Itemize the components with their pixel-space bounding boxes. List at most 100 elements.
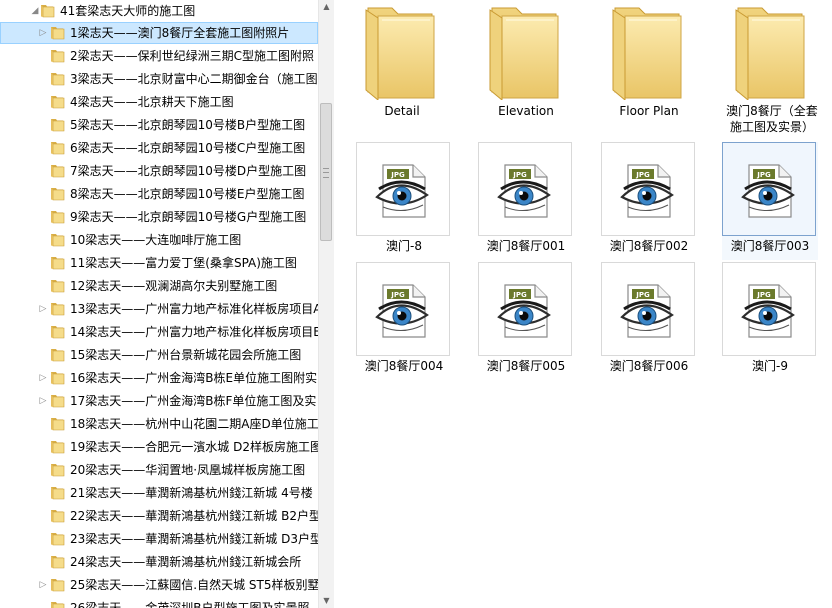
folder-icon	[50, 416, 66, 431]
expand-arrow-icon[interactable]: ▷	[38, 395, 48, 407]
folder-icon	[40, 3, 56, 18]
file-thumbnail	[601, 142, 695, 236]
tree-item-label: 25梁志天——江蘇國信.自然天城 ST5样板别墅	[70, 578, 318, 592]
jpg-file-icon	[373, 161, 433, 221]
tree-item[interactable]: 21梁志天——華潤新鴻基杭州錢江新城 4号楼	[0, 482, 318, 504]
folder-label: Floor Plan	[619, 104, 679, 118]
tree-item-label: 1梁志天——澳门8餐厅全套施工图附照片	[70, 26, 290, 40]
jpg-file-icon	[739, 281, 799, 341]
tree-item[interactable]: 19梁志天——合肥元一濱水城 D2样板房施工图	[0, 436, 318, 458]
tree-item[interactable]: 12梁志天——观澜湖高尔夫别墅施工图	[0, 275, 318, 297]
file-thumbnail	[356, 142, 450, 236]
collapse-arrow-icon[interactable]: ◢	[30, 5, 40, 17]
folder-label-line2: 施工图及实景）	[729, 120, 814, 134]
scroll-up-arrow-icon[interactable]: ▲	[320, 0, 333, 14]
tree-item[interactable]: 4梁志天——北京耕天下施工图	[0, 91, 318, 113]
file-thumbnail	[722, 262, 816, 356]
tree-item-label: 14梁志天——广州富力地产标准化样板房项目B	[70, 325, 318, 339]
tree-item[interactable]: ▷ 25梁志天——江蘇國信.自然天城 ST5样板别墅	[0, 574, 318, 596]
tree-item[interactable]: 15梁志天——广州台景新城花园会所施工图	[0, 344, 318, 366]
file-jpg[interactable]: 澳门8餐厅004	[356, 262, 452, 380]
file-label: 澳门8餐厅002	[609, 239, 689, 253]
file-jpg[interactable]: 澳门8餐厅005	[478, 262, 574, 380]
file-jpg[interactable]: 澳门8餐厅001	[478, 142, 574, 260]
tree-item-label: 5梁志天——北京朗琴园10号楼B户型施工图	[70, 118, 306, 132]
file-label: 澳门8餐厅005	[486, 359, 566, 373]
folder-macau-restaurant[interactable]: 澳门8餐厅（全套 施工图及实景）	[722, 0, 822, 134]
folder-icon	[50, 71, 66, 86]
tree-item-label: 8梁志天——北京朗琴园10号楼E户型施工图	[70, 187, 305, 201]
tree-item[interactable]: 7梁志天——北京朗琴园10号楼D户型施工图	[0, 160, 318, 182]
file-thumbnail	[356, 262, 450, 356]
tree-item[interactable]: 2梁志天——保利世纪绿洲三期C型施工图附照	[0, 45, 318, 67]
tree-item-label: 22梁志天——華潤新鴻基杭州錢江新城 B2户型	[70, 509, 318, 523]
tree-scrollbar[interactable]: ▲ ▼	[318, 0, 334, 608]
folder-icon	[50, 370, 66, 385]
folder-icon	[50, 301, 66, 316]
folder-icon	[50, 209, 66, 224]
tree-item-label: 3梁志天——北京财富中心二期御金台（施工图	[70, 72, 318, 86]
folder-icon	[50, 25, 66, 40]
tree-item[interactable]: ▷ 16梁志天——广州金海湾B栋E单位施工图附实	[0, 367, 318, 389]
folder-icon	[50, 94, 66, 109]
file-jpg[interactable]: 澳门-9	[722, 262, 818, 380]
expand-arrow-icon[interactable]: ▷	[38, 372, 48, 384]
tree-item-label: 23梁志天——華潤新鴻基杭州錢江新城 D3户型	[70, 532, 318, 546]
tree-item-label: 7梁志天——北京朗琴园10号楼D户型施工图	[70, 164, 307, 178]
expand-arrow-icon[interactable]: ▷	[38, 27, 48, 39]
jpg-file-icon	[495, 281, 555, 341]
jpg-file-icon	[618, 281, 678, 341]
file-jpg[interactable]: 澳门8餐厅006	[601, 262, 697, 380]
folder-label-line1: 澳门8餐厅（全套	[726, 104, 818, 118]
tree-item-label: 16梁志天——广州金海湾B栋E单位施工图附实	[70, 371, 318, 385]
folder-icon	[50, 600, 66, 608]
folder-detail[interactable]: Detail	[354, 0, 450, 120]
tree-item-label: 20梁志天——华润置地·凤凰城样板房施工图	[70, 463, 306, 477]
tree-item[interactable]: 24梁志天——華潤新鴻基杭州錢江新城会所	[0, 551, 318, 573]
expand-arrow-icon[interactable]: ▷	[38, 579, 48, 591]
folder-label: Elevation	[498, 104, 554, 118]
tree-item[interactable]: 8梁志天——北京朗琴园10号楼E户型施工图	[0, 183, 318, 205]
file-thumbnail	[601, 262, 695, 356]
tree-item[interactable]: 14梁志天——广州富力地产标准化样板房项目B	[0, 321, 318, 343]
tree-item[interactable]: 5梁志天——北京朗琴园10号楼B户型施工图	[0, 114, 318, 136]
folder-icon	[50, 117, 66, 132]
expand-arrow-icon[interactable]: ▷	[38, 303, 48, 315]
file-jpg[interactable]: 澳门8餐厅003	[722, 142, 818, 260]
file-jpg[interactable]: 澳门-8	[356, 142, 452, 260]
tree-root[interactable]: ◢ 41套梁志天大师的施工图	[0, 0, 318, 22]
tree-item[interactable]: 22梁志天——華潤新鴻基杭州錢江新城 B2户型	[0, 505, 318, 527]
folder-icon	[50, 508, 66, 523]
file-label: 澳门8餐厅001	[486, 239, 566, 253]
tree-item[interactable]: ▷ 1梁志天——澳门8餐厅全套施工图附照片	[0, 22, 318, 44]
file-label: 澳门-9	[752, 359, 788, 373]
tree-item[interactable]: 9梁志天——北京朗琴园10号楼G户型施工图	[0, 206, 318, 228]
tree-item[interactable]: 6梁志天——北京朗琴园10号楼C户型施工图	[0, 137, 318, 159]
tree-item[interactable]: ▷ 13梁志天——广州富力地产标准化样板房项目A	[0, 298, 318, 320]
folder-tree: ◢ 41套梁志天大师的施工图 ▷ 1梁志天——澳门8餐厅全套施工图附照片 2梁志天—…	[0, 0, 318, 608]
tree-item[interactable]: 10梁志天——大连咖啡厅施工图	[0, 229, 318, 251]
tree-item-label: 11梁志天——富力爱丁堡(桑拿SPA)施工图	[70, 256, 297, 270]
tree-item[interactable]: 26梁志天——金茂深圳B户型施工图及实景照	[0, 597, 318, 608]
tree-item[interactable]: 23梁志天——華潤新鴻基杭州錢江新城 D3户型	[0, 528, 318, 550]
folder-icon	[50, 577, 66, 592]
tree-item-label: 2梁志天——保利世纪绿洲三期C型施工图附照	[70, 49, 315, 63]
folder-icon	[50, 255, 66, 270]
folder-label: Detail	[384, 104, 420, 118]
folder-icon	[50, 163, 66, 178]
file-thumbnail	[478, 262, 572, 356]
folder-icon	[50, 393, 66, 408]
folder-floor-plan[interactable]: Floor Plan	[601, 0, 697, 120]
tree-item[interactable]: 11梁志天——富力爱丁堡(桑拿SPA)施工图	[0, 252, 318, 274]
tree-item[interactable]: 20梁志天——华润置地·凤凰城样板房施工图	[0, 459, 318, 481]
scroll-down-arrow-icon[interactable]: ▼	[320, 594, 333, 608]
tree-item[interactable]: 3梁志天——北京财富中心二期御金台（施工图	[0, 68, 318, 90]
scrollbar-thumb[interactable]	[320, 103, 332, 241]
tree-item-label: 13梁志天——广州富力地产标准化样板房项目A	[70, 302, 318, 316]
tree-item[interactable]: 18梁志天——杭州中山花園二期A座D单位施工	[0, 413, 318, 435]
tree-item[interactable]: ▷ 17梁志天——广州金海湾B栋F单位施工图及实	[0, 390, 318, 412]
file-jpg[interactable]: 澳门8餐厅002	[601, 142, 697, 260]
folder-elevation[interactable]: Elevation	[478, 0, 574, 120]
file-label: 澳门-8	[386, 239, 422, 253]
folder-icon	[50, 324, 66, 339]
